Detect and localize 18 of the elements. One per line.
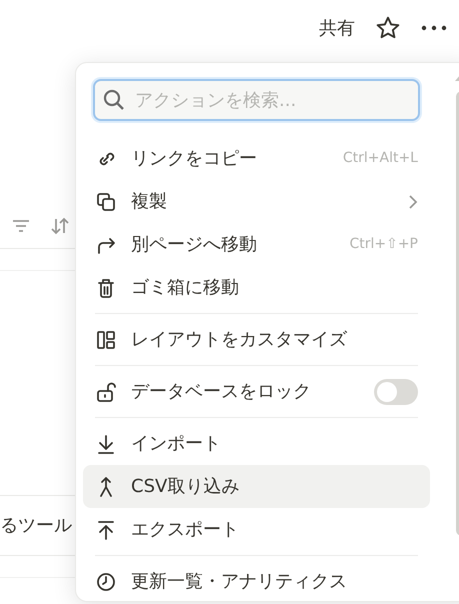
upload-arrow-icon: [95, 518, 117, 540]
sort-icon[interactable]: [50, 217, 70, 235]
layout-icon: [95, 328, 117, 350]
filter-icon[interactable]: [12, 219, 30, 233]
unlocked-padlock-icon: [95, 380, 117, 402]
menu-item[interactable]: CSV取り込み: [83, 465, 430, 508]
clock-icon: [95, 570, 117, 592]
star-icon[interactable]: [375, 15, 401, 41]
trash-icon: [95, 276, 117, 298]
chevron-right-icon: [408, 194, 418, 210]
table-cell-text: るツール: [0, 514, 72, 538]
download-arrow-icon: [95, 432, 117, 454]
share-link[interactable]: 共有: [319, 14, 355, 42]
copy-icon: [95, 190, 117, 212]
search-icon: [103, 89, 125, 111]
search-field[interactable]: アクションを検索...: [93, 79, 420, 121]
toggle-switch[interactable]: [374, 378, 418, 404]
more-icon[interactable]: [421, 25, 447, 31]
